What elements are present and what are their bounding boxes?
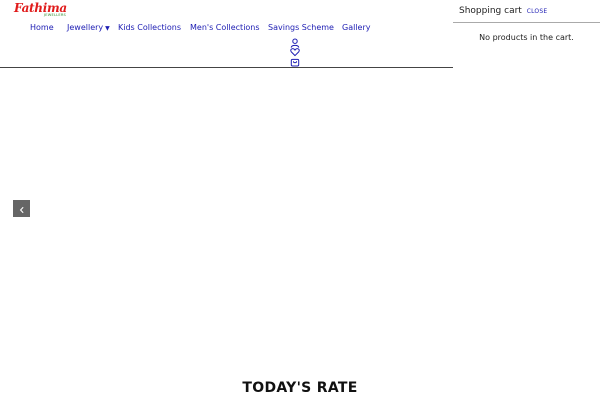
nav-item-label: Jewellery <box>67 23 104 32</box>
todays-rate-heading: TODAY'S RATE <box>242 380 358 396</box>
chevron-down-icon: ▼ <box>105 25 110 32</box>
nav-item-label: Savings Scheme <box>268 23 334 32</box>
cart-empty-message: No products in the cart. <box>479 33 574 42</box>
cart-header: Shopping cart CLOSE <box>459 6 547 16</box>
cart-title: Shopping cart <box>459 6 522 16</box>
nav-item-label: Kids Collections <box>118 23 181 32</box>
brand-tagline: JEWELLERS <box>44 13 67 17</box>
nav-item-kids-collections[interactable]: Kids Collections <box>118 22 181 34</box>
nav-item-label: Home <box>30 23 54 32</box>
nav-item-savings-scheme[interactable]: Savings Scheme <box>268 22 334 34</box>
nav-item-mens-collections[interactable]: Men's Collections <box>190 22 260 34</box>
site-header: Fathima JEWELLERS Home Jewellery ▼ Kids C… <box>0 0 453 68</box>
nav-item-gallery[interactable]: Gallery <box>342 22 371 34</box>
slider-prev-button[interactable] <box>13 200 30 217</box>
header-icons <box>290 38 304 68</box>
main-nav: Home Jewellery ▼ Kids Collections Men's C… <box>0 22 453 34</box>
page: Fathima JEWELLERS Home Jewellery ▼ Kids C… <box>0 0 600 400</box>
brand-logo[interactable]: Fathima JEWELLERS <box>14 2 70 18</box>
shopping-bag-icon[interactable] <box>290 57 300 67</box>
nav-item-jewellery[interactable]: Jewellery ▼ <box>67 22 110 35</box>
nav-item-label: Men's Collections <box>190 23 260 32</box>
nav-item-label: Gallery <box>342 23 371 32</box>
chevron-left-icon <box>18 199 26 218</box>
cart-divider <box>453 22 600 23</box>
shopping-cart-panel: Shopping cart CLOSE No products in the c… <box>453 0 600 400</box>
heart-icon[interactable] <box>290 47 300 57</box>
cart-close-button[interactable]: CLOSE <box>527 8 548 15</box>
nav-item-home[interactable]: Home <box>30 22 54 34</box>
